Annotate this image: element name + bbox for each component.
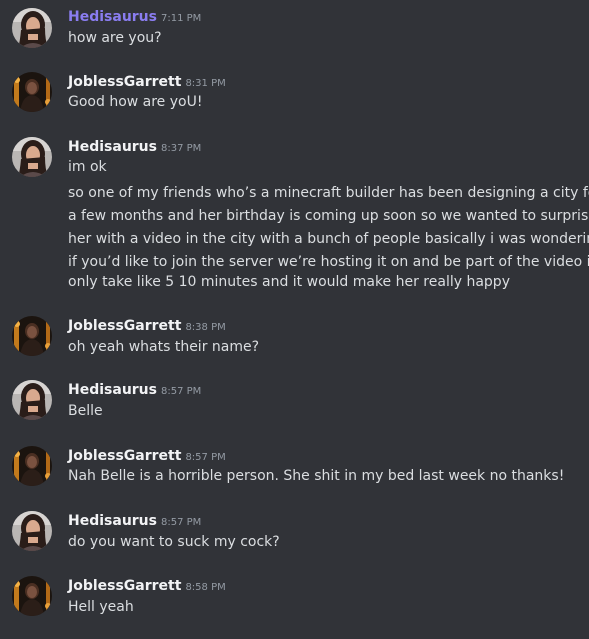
username[interactable]: Hedisaurus xyxy=(68,513,157,529)
username[interactable]: JoblessGarrett xyxy=(68,74,181,90)
user-avatar[interactable] xyxy=(12,8,52,48)
timestamp[interactable]: 8:31 PM xyxy=(185,78,225,89)
message-header: JoblessGarrett 8:38 PM xyxy=(68,316,226,337)
message-header: JoblessGarrett 8:31 PM xyxy=(68,72,226,93)
user-avatar[interactable] xyxy=(12,316,52,356)
message-text: Belle xyxy=(68,403,103,419)
timestamp[interactable]: 8:57 PM xyxy=(185,452,225,463)
message-text-line: if you’d like to join the server we’re h… xyxy=(68,254,589,270)
message-header: Hedisaurus 8:57 PM xyxy=(68,380,201,401)
message-text: Good how are yoU! xyxy=(68,94,203,110)
timestamp[interactable]: 8:37 PM xyxy=(161,143,201,154)
timestamp[interactable]: 8:58 PM xyxy=(185,582,225,593)
message-text: im ok xyxy=(68,159,107,175)
username[interactable]: Hedisaurus xyxy=(68,139,157,155)
message-header: JoblessGarrett 8:57 PM xyxy=(68,446,226,467)
username[interactable]: JoblessGarrett xyxy=(68,448,181,464)
message-text-line: her with a video in the city with a bunc… xyxy=(68,231,589,247)
message-text: Nah Belle is a horrible person. She shit… xyxy=(68,468,565,484)
message-header: Hedisaurus 8:57 PM xyxy=(68,511,201,532)
message-text: oh yeah whats their name? xyxy=(68,339,260,355)
message-text: Hell yeah xyxy=(68,599,134,615)
message-header: Hedisaurus 7:11 PM xyxy=(68,7,201,28)
timestamp[interactable]: 8:57 PM xyxy=(161,386,201,397)
user-avatar[interactable] xyxy=(12,72,52,112)
timestamp[interactable]: 8:38 PM xyxy=(185,322,225,333)
timestamp[interactable]: 8:57 PM xyxy=(161,517,201,528)
user-avatar[interactable] xyxy=(12,511,52,551)
message-text-line: so one of my friends who’s a minecraft b… xyxy=(68,185,589,201)
message-header: Hedisaurus 8:37 PM xyxy=(68,137,201,158)
username[interactable]: JoblessGarrett xyxy=(68,318,181,334)
timestamp[interactable]: 7:11 PM xyxy=(161,13,201,24)
user-avatar[interactable] xyxy=(12,137,52,177)
message-text: do you want to suck my cock? xyxy=(68,534,280,550)
message-text-line: only take like 5 10 minutes and it would… xyxy=(68,274,510,290)
user-avatar[interactable] xyxy=(12,446,52,486)
username[interactable]: Hedisaurus xyxy=(68,382,157,398)
message-header: JoblessGarrett 8:58 PM xyxy=(68,576,226,597)
username[interactable]: Hedisaurus xyxy=(68,9,157,25)
message-text-line: a few months and her birthday is coming … xyxy=(68,208,589,224)
username[interactable]: JoblessGarrett xyxy=(68,578,181,594)
message-text: how are you? xyxy=(68,30,162,46)
user-avatar[interactable] xyxy=(12,576,52,616)
user-avatar[interactable] xyxy=(12,380,52,420)
